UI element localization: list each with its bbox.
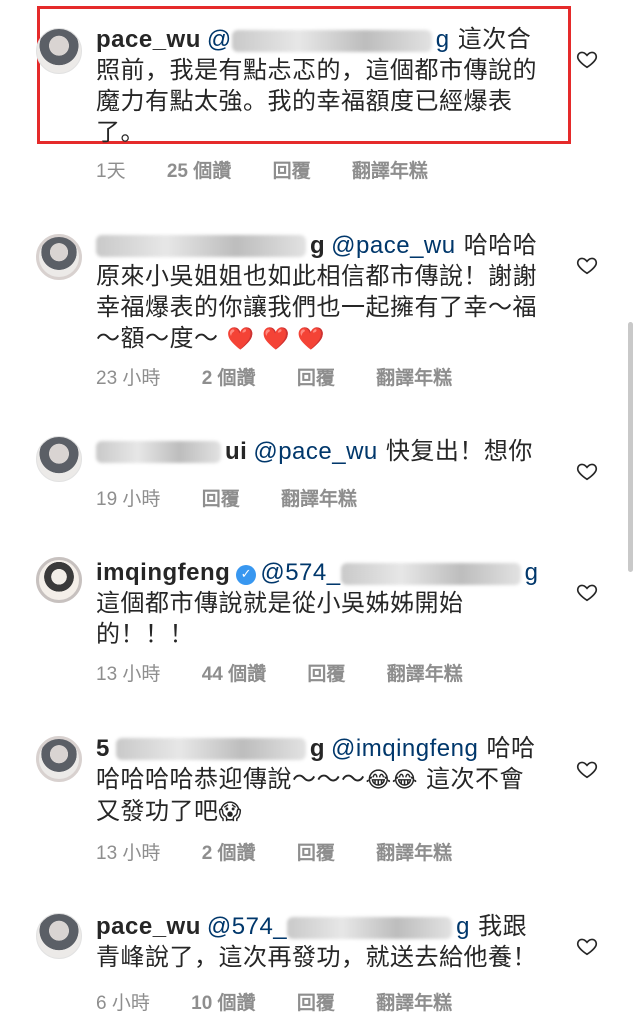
like-count[interactable]: 2 個讚 <box>202 843 256 864</box>
translate-button[interactable]: 翻譯年糕 <box>281 489 357 510</box>
timestamp: 6 小時 <box>96 993 150 1014</box>
avatar[interactable] <box>36 436 82 482</box>
translate-button[interactable]: 翻譯年糕 <box>352 161 428 182</box>
translate-button[interactable]: 翻譯年糕 <box>376 843 452 864</box>
reply-button[interactable]: 回覆 <box>297 843 335 864</box>
mention-link[interactable]: @imqingfeng <box>331 735 478 762</box>
heart-outline-icon[interactable] <box>576 460 598 482</box>
avatar[interactable] <box>36 557 82 603</box>
comment-body: pace_wu @ g 這次合照前，我是有點忐忑的，這個都市傳說的魔力有點太強。我的… <box>96 24 546 148</box>
translate-button[interactable]: 翻譯年糕 <box>376 368 452 389</box>
username[interactable]: imqingfeng <box>96 559 230 586</box>
comment-meta: 1天 25 個讚 回覆 翻譯年糕 <box>96 156 428 183</box>
comment-meta: 13 小時 44 個讚 回覆 翻譯年糕 <box>96 659 463 686</box>
blurred-name <box>340 562 521 585</box>
heart-emojis: ❤️ ❤️ ❤️ <box>226 327 326 352</box>
comment-text: 快复出！想你 <box>377 437 533 465</box>
heart-outline-icon[interactable] <box>576 581 598 603</box>
avatar[interactable] <box>36 913 82 959</box>
mention-link[interactable]: @574_ g <box>207 913 470 940</box>
reply-button[interactable]: 回覆 <box>297 368 335 389</box>
comment-body: ui @pace_wu 快复出！想你 <box>96 436 546 467</box>
username[interactable]: g <box>310 735 325 762</box>
avatar[interactable] <box>36 28 82 74</box>
comment-meta: 13 小時 2 個讚 回覆 翻譯年糕 <box>96 838 452 865</box>
like-count[interactable]: 2 個讚 <box>202 368 256 389</box>
timestamp: 1天 <box>96 161 126 182</box>
reply-button[interactable]: 回覆 <box>297 993 335 1014</box>
comment-body: 5 g @imqingfeng 哈哈哈哈哈哈恭迎傳說～～～😂😂 這次不會又發功了吧😱 <box>96 733 546 828</box>
blurred-username <box>96 441 221 463</box>
avatar[interactable] <box>36 736 82 782</box>
heart-outline-icon[interactable] <box>576 254 598 276</box>
blurred-name <box>231 29 432 52</box>
reply-button[interactable]: 回覆 <box>202 489 240 510</box>
heart-outline-icon[interactable] <box>576 935 598 957</box>
like-count[interactable]: 10 個讚 <box>191 993 255 1014</box>
timestamp: 19 小時 <box>96 489 161 510</box>
blurred-username <box>115 738 306 760</box>
heart-outline-icon[interactable] <box>576 48 598 70</box>
username[interactable]: ui <box>225 438 247 465</box>
username[interactable]: pace_wu <box>96 913 201 940</box>
avatar[interactable] <box>36 234 82 280</box>
comment-meta: 19 小時 回覆 翻譯年糕 <box>96 484 357 511</box>
scream-emoji: 😱 <box>218 800 242 825</box>
comment-text: 這個都市傳說就是從小吳姊姊開始的！！！ <box>96 589 464 648</box>
timestamp: 13 小時 <box>96 664 161 685</box>
reply-button[interactable]: 回覆 <box>273 161 311 182</box>
reply-button[interactable]: 回覆 <box>307 664 345 685</box>
mention-link[interactable]: @pace_wu <box>331 232 455 259</box>
like-count[interactable]: 25 個讚 <box>167 161 231 182</box>
comment-meta: 23 小時 2 個讚 回覆 翻譯年糕 <box>96 363 452 390</box>
blurred-username <box>96 235 306 257</box>
translate-button[interactable]: 翻譯年糕 <box>376 993 452 1014</box>
comment-meta: 6 小時 10 個讚 回覆 翻譯年糕 <box>96 988 452 1015</box>
like-count[interactable]: 44 個讚 <box>202 664 266 685</box>
comment-body: pace_wu @574_ g 我跟青峰說了，這次再發功，就送去給他養！ <box>96 911 546 973</box>
mention-link[interactable]: @574_ g <box>260 559 538 586</box>
comment-body: imqingfeng ✓ @574_ g 這個都市傳說就是從小吳姊姊開始的！！！ <box>96 557 546 650</box>
scrollbar[interactable] <box>628 322 633 572</box>
timestamp: 23 小時 <box>96 368 161 389</box>
username[interactable]: g <box>310 232 325 259</box>
laughing-emojis: 😂😂 <box>365 768 418 793</box>
mention-link[interactable]: @ g <box>207 26 450 53</box>
comment-body: g @pace_wu 哈哈哈原來小吳姐姐也如此相信都市傳說！謝謝幸福爆表的你讓我們… <box>96 230 546 355</box>
mention-link[interactable]: @pace_wu <box>253 438 377 465</box>
translate-button[interactable]: 翻譯年糕 <box>387 664 463 685</box>
username-head[interactable]: 5 <box>96 735 110 762</box>
blurred-name <box>287 916 453 939</box>
heart-outline-icon[interactable] <box>576 758 598 780</box>
verified-badge-icon: ✓ <box>236 565 257 585</box>
username[interactable]: pace_wu <box>96 26 201 53</box>
timestamp: 13 小時 <box>96 843 161 864</box>
